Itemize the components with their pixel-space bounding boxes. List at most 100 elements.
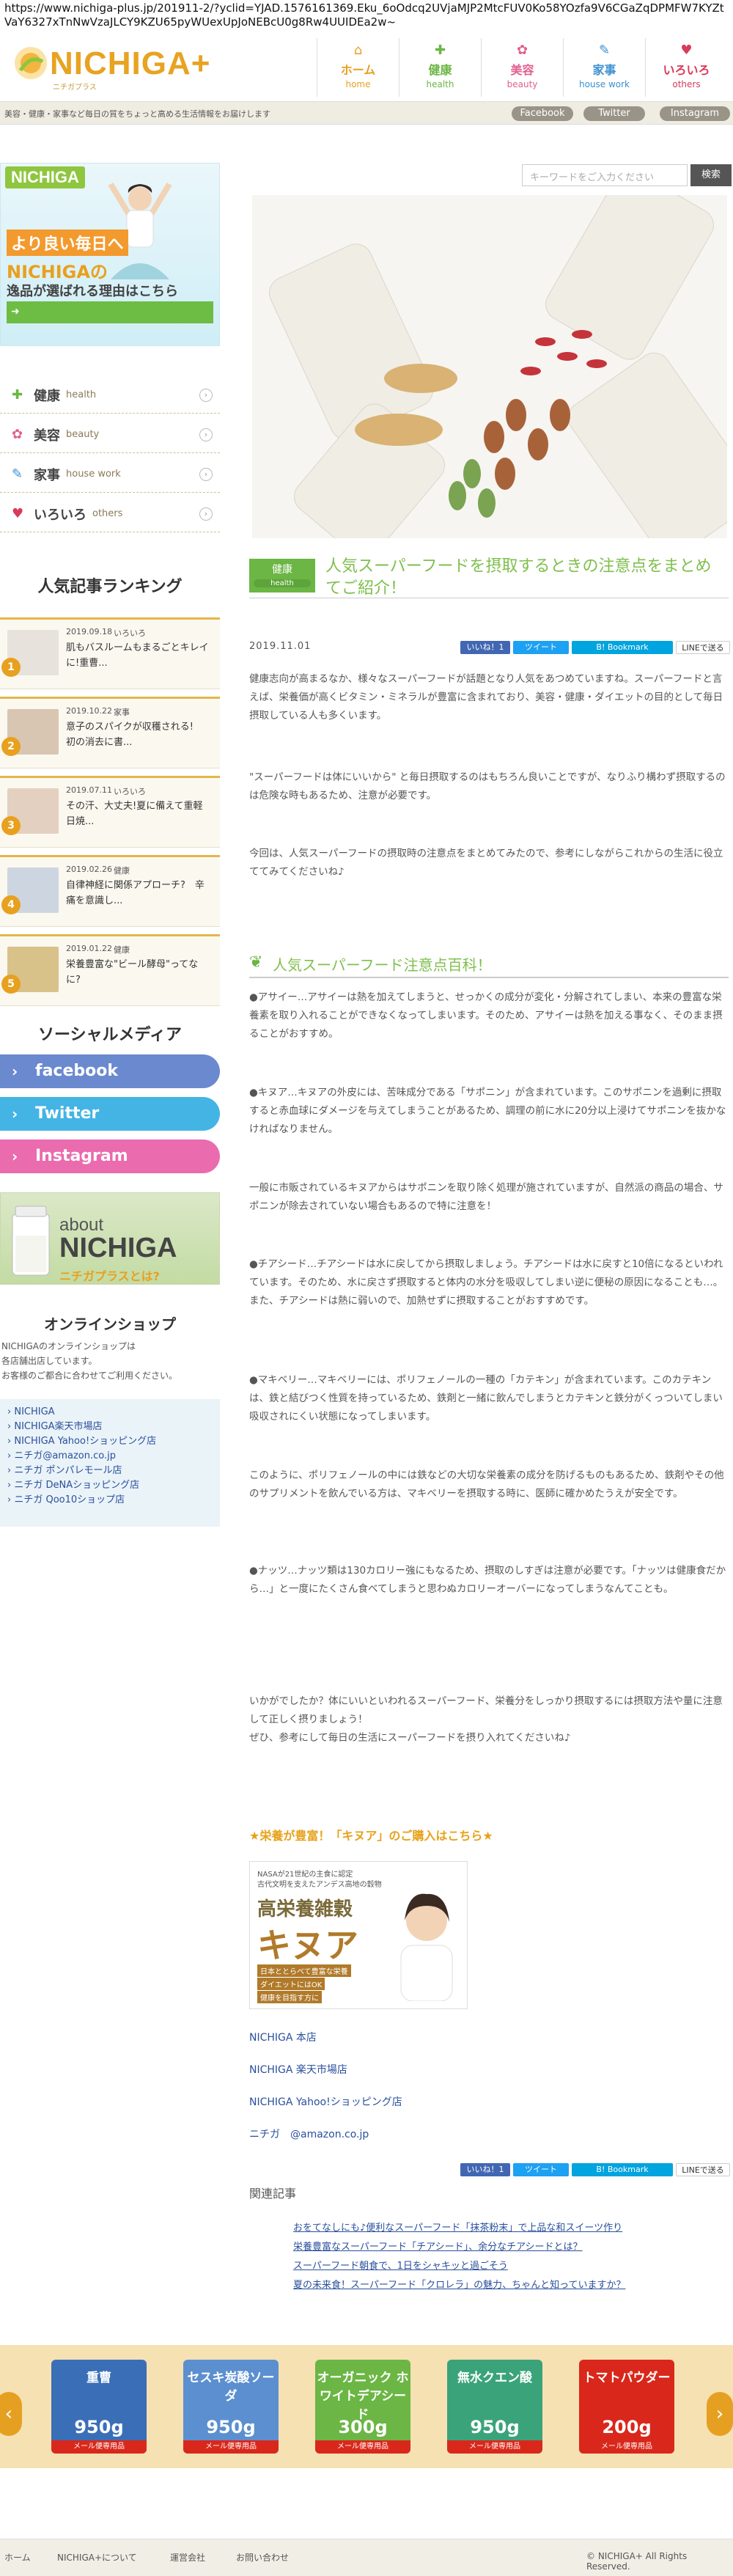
quinoa-product-banner[interactable]: NASAが21世紀の主食に認定 古代文明を支えたアンデス高地の穀物 高栄養雑穀 … — [249, 1861, 468, 2009]
product-name: 重曹 — [86, 2371, 111, 2385]
footer-link[interactable]: ホーム — [4, 2551, 31, 2564]
ranking-item[interactable]: 1 2019.09.18 いろいろ 肌もバスルームもまるごとキレイに!重曹... — [0, 617, 220, 689]
related-article-link[interactable]: 栄養豊富なスーパーフード「チアシード」、余分なチアシードとは？ — [293, 2238, 729, 2257]
shop-list-link[interactable]: › NICHIGA Yahoo!ショッピング店 — [7, 1434, 213, 1449]
ranking-item[interactable]: 5 2019.01.22 健康 栄養豊富な"ビール酵母"ってなに? — [0, 934, 220, 1006]
footer-link[interactable]: お問い合わせ — [236, 2551, 289, 2564]
facebook-button[interactable]: Facebook — [512, 106, 573, 121]
product-card[interactable]: 無水クエン酸 950g メール便専用品 — [447, 2360, 542, 2454]
ranking-title-text[interactable]: 栄養豊富な"ビール酵母"ってなに? — [66, 957, 209, 988]
ranking-date: 2019.02.26 — [66, 865, 112, 874]
shop-list-link[interactable]: › NICHIGA楽天市場店 — [7, 1420, 213, 1434]
ranking-date: 2019.10.22 — [66, 706, 112, 716]
intro-paragraph: 健康志向が高まるなか、様々なスーパーフードが話題となり人気をあつめていますね。ス… — [249, 673, 723, 722]
shop-list-link[interactable]: › ニチガ DeNAショッピング店 — [7, 1478, 213, 1493]
search-button[interactable]: 検索 — [690, 164, 732, 186]
nav-item-health[interactable]: ✚ 健康 health — [399, 38, 481, 97]
ranking-item[interactable]: 2 2019.10.22 家事 意子のスパイクが収穫される! 初の消去に書... — [0, 697, 220, 768]
social-label: Twitter — [35, 1104, 100, 1123]
chevron-right-icon: › — [199, 468, 213, 481]
sidebar-category-house-work[interactable]: ✎ 家事 house work › — [0, 456, 220, 493]
share-button[interactable]: ツイート — [513, 2163, 569, 2176]
share-button[interactable]: ツイート — [513, 641, 569, 654]
carousel-next-button[interactable]: › — [707, 2392, 733, 2436]
product-card[interactable]: セスキ炭酸ソーダ 950g メール便専用品 — [183, 2360, 279, 2454]
sidebar-category-others[interactable]: ♥ いろいろ others › — [0, 496, 220, 532]
share-button[interactable]: B! Bookmark — [572, 2163, 673, 2176]
promo-bullet: 日本ととらべて豊富な栄養 — [257, 1964, 351, 1977]
nav-item-home[interactable]: ⌂ ホーム home — [317, 38, 399, 97]
footer-link[interactable]: 運営会社 — [170, 2551, 205, 2564]
product-card[interactable]: オーガニック ホワイトデアシード 300g メール便専用品 — [315, 2360, 410, 2454]
product-card[interactable]: 重曹 950g メール便専用品 — [51, 2360, 147, 2454]
shop-list-label: NICHIGA楽天市場店 — [14, 1421, 103, 1432]
category-badge[interactable]: 健康 health — [249, 559, 315, 592]
brand-banner[interactable]: NICHIGA より良い毎日へ NICHIGAの 逸品が選ばれる理由はこちら ➜ — [0, 163, 220, 346]
twitter-button[interactable]: Twitter — [583, 106, 645, 121]
nav-item-others[interactable]: ♥ いろいろ others — [645, 38, 727, 97]
shop-link[interactable]: NICHIGA 楽天市場店 — [249, 2062, 347, 2077]
chevron-right-icon: › — [7, 1406, 15, 1417]
shop-link[interactable]: NICHIGA Yahoo!ショッピング店 — [249, 2094, 402, 2109]
product-note: メール便専用品 — [579, 2440, 674, 2454]
related-article-link[interactable]: 夏の未来食！スーパーフード「クロレラ」の魅力、ちゃんと知っていますか？ — [293, 2276, 729, 2295]
category-label-en: house work — [66, 469, 121, 480]
carousel-prev-button[interactable]: ‹ — [0, 2392, 22, 2436]
nav-label-jp: 健康 — [428, 63, 452, 77]
social-link-instagram[interactable]: › Instagram — [0, 1140, 220, 1173]
product-card[interactable]: トマトパウダー 200g メール便専用品 — [579, 2360, 674, 2454]
shop-list-link[interactable]: › ニチガ ポンパレモール店 — [7, 1464, 213, 1478]
share-button[interactable]: いいね！1 — [460, 2163, 510, 2176]
share-button[interactable]: LINEで送る — [676, 641, 730, 654]
shop-list-link[interactable]: › ニチガ Qoo10ショップ店 — [7, 1493, 213, 1508]
nav-item-house-work[interactable]: ✎ 家事 house work — [563, 38, 645, 97]
body-paragraph: ●ナッツ…ナッツ類は130カロリー強にもなるため、摂取のしすぎは注意が必要です。… — [249, 1565, 726, 1595]
product-carousel: ‹ › 重曹 950g メール便専用品 セスキ炭酸ソーダ 950g メール便専用品 オーガニ… — [0, 2345, 733, 2468]
category-badge-en: health — [254, 579, 311, 587]
share-button[interactable]: いいね！1 — [460, 641, 510, 654]
promo-sub-text: 古代文明を支えたアンデス高地の穀物 — [257, 1881, 382, 1889]
shop-link[interactable]: ニチガ @amazon.co.jp — [249, 2127, 369, 2141]
chevron-right-icon: › — [12, 1148, 18, 1165]
housework-icon: ✎ — [12, 466, 23, 482]
body-paragraph: ●キヌア…キヌアの外皮には、苦味成分である「サポニン」が含まれています。このサポ… — [249, 1087, 726, 1135]
site-tagline: 美容・健康・家事など毎日の質をちょっと高める生活情報をお届けします — [4, 109, 270, 119]
shop-list-link[interactable]: › ニチガ@amazon.co.jp — [7, 1449, 213, 1464]
sidebar-category-beauty[interactable]: ✿ 美容 beauty › — [0, 417, 220, 453]
main-nav: ⌂ ホーム home ✚ 健康 health ✿ 美容 beauty ✎ 家事 house work ♥… — [317, 38, 733, 97]
site-logo[interactable]: NICHIGA+ ニチガプラス — [13, 41, 211, 92]
about-banner[interactable]: about NICHIGA ニチガプラスとは? — [0, 1192, 220, 1285]
footer-link[interactable]: NICHIGA+について — [57, 2551, 137, 2564]
sidebar-category-health[interactable]: ✚ 健康 health › — [0, 377, 220, 414]
ranking-title-text[interactable]: 意子のスパイクが収穫される! 初の消去に書... — [66, 719, 209, 750]
chevron-right-icon: › — [7, 1436, 15, 1447]
related-article-link[interactable]: スーパーフード朝食で、1日をシャキッと過ごそう — [293, 2257, 729, 2276]
search-input[interactable]: キーワードをご入力ください — [522, 164, 688, 186]
related-article-link[interactable]: おをてなしにも♪便利なスーパーフード「抹茶粉末」で上品な和スイーツ作り — [293, 2219, 729, 2238]
ranking-item[interactable]: 4 2019.02.26 健康 自律神経に関係アプローチ? 辛痛を意識し... — [0, 855, 220, 927]
category-label: 美容 — [34, 428, 60, 444]
shop-desc-line: 各店舗出店しています。 — [1, 1356, 97, 1366]
logo-text: NICHIGA+ — [50, 45, 211, 81]
shop-list-link[interactable]: › NICHIGA — [7, 1405, 213, 1420]
body-paragraph: ●アサイー…アサイーは熱を加えてしまうと、せっかくの成分が変化・分解されてしまい… — [249, 991, 723, 1040]
social-link-facebook[interactable]: › facebook — [0, 1054, 220, 1088]
nav-item-beauty[interactable]: ✿ 美容 beauty — [481, 38, 563, 97]
social-link-twitter[interactable]: › Twitter — [0, 1097, 220, 1131]
ranking-title-text[interactable]: 自律神経に関係アプローチ? 辛痛を意識し... — [66, 878, 209, 909]
superfood-jars-illustration — [252, 195, 727, 538]
share-button[interactable]: B! Bookmark — [572, 641, 673, 654]
ranking-item[interactable]: 3 2019.07.11 いろいろ その汗、大丈夫!夏に備えて重軽日焼... — [0, 776, 220, 848]
ranking-title-text[interactable]: その汗、大丈夫!夏に備えて重軽日焼... — [66, 799, 209, 829]
ranking-date: 2019.07.11 — [66, 785, 112, 795]
beauty-icon: ✿ — [12, 427, 23, 442]
address-bar[interactable]: https://www.nichiga-plus.jp/201911-2/?yc… — [0, 0, 733, 29]
heart-icon: ♥ — [12, 506, 24, 521]
instagram-button[interactable]: Instagram — [660, 106, 730, 121]
ranking-title-text[interactable]: 肌もバスルームもまるごとキレイに!重曹... — [66, 640, 209, 671]
beauty-icon: ✿ — [516, 43, 528, 58]
logo-tagline: ニチガプラス — [53, 84, 97, 92]
product-weight: 300g — [338, 2417, 388, 2437]
shop-link[interactable]: NICHIGA 本店 — [249, 2030, 317, 2044]
share-button[interactable]: LINEで送る — [676, 2163, 730, 2176]
